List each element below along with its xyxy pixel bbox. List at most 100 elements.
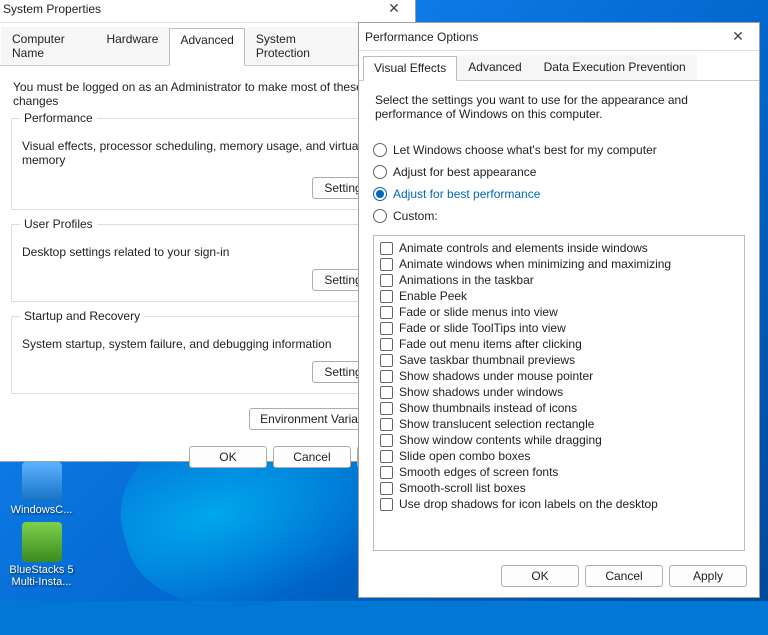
- close-icon[interactable]: ✕: [379, 0, 409, 19]
- desktop-icon-label: WindowsC...: [4, 504, 79, 516]
- check-row[interactable]: Fade out menu items after clicking: [380, 336, 738, 352]
- perf-checklist[interactable]: Animate controls and elements inside win…: [373, 235, 745, 551]
- desktop-icon-bluestacks[interactable]: BlueStacks 5 Multi-Insta...: [4, 522, 79, 588]
- system-properties-window: System Properties ✕ Computer Name Hardwa…: [0, 0, 416, 462]
- ok-button[interactable]: OK: [189, 446, 267, 468]
- sysprop-body: You must be logged on as an Administrato…: [0, 66, 415, 440]
- titlebar[interactable]: System Properties ✕: [0, 0, 415, 23]
- check-label: Slide open combo boxes: [399, 449, 530, 463]
- window-title: System Properties: [3, 2, 379, 16]
- checkbox-icon[interactable]: [380, 274, 393, 287]
- radio-row[interactable]: Custom:: [373, 205, 745, 227]
- checkbox-icon[interactable]: [380, 306, 393, 319]
- group-desc: System startup, system failure, and debu…: [22, 337, 390, 351]
- check-row[interactable]: Animate controls and elements inside win…: [380, 240, 738, 256]
- cancel-button[interactable]: Cancel: [585, 565, 663, 587]
- sysprop-dialog-buttons: OK Cancel Appl: [0, 440, 415, 478]
- check-row[interactable]: Animate windows when minimizing and maxi…: [380, 256, 738, 272]
- radio-row[interactable]: Adjust for best performance: [373, 183, 745, 205]
- check-label: Fade out menu items after clicking: [399, 337, 582, 351]
- check-row[interactable]: Slide open combo boxes: [380, 448, 738, 464]
- check-label: Smooth-scroll list boxes: [399, 481, 526, 495]
- radio-icon[interactable]: [373, 143, 387, 157]
- check-row[interactable]: Fade or slide ToolTips into view: [380, 320, 738, 336]
- checkbox-icon[interactable]: [380, 450, 393, 463]
- checkbox-icon[interactable]: [380, 290, 393, 303]
- checkbox-icon[interactable]: [380, 242, 393, 255]
- check-row[interactable]: Show thumbnails instead of icons: [380, 400, 738, 416]
- ok-button[interactable]: OK: [501, 565, 579, 587]
- group-legend: Startup and Recovery: [20, 309, 144, 323]
- check-label: Save taskbar thumbnail previews: [399, 353, 575, 367]
- checkbox-icon[interactable]: [380, 466, 393, 479]
- group-startup-recovery: Startup and Recovery System startup, sys…: [11, 316, 401, 394]
- check-label: Show window contents while dragging: [399, 433, 602, 447]
- checkbox-icon[interactable]: [380, 354, 393, 367]
- desktop-icon-label: BlueStacks 5 Multi-Insta...: [4, 564, 79, 588]
- tab-computer-name[interactable]: Computer Name: [1, 27, 95, 65]
- check-row[interactable]: Show shadows under windows: [380, 384, 738, 400]
- check-label: Animate controls and elements inside win…: [399, 241, 648, 255]
- check-label: Use drop shadows for icon labels on the …: [399, 497, 658, 511]
- close-icon[interactable]: ✕: [723, 27, 753, 47]
- checkbox-icon[interactable]: [380, 258, 393, 271]
- check-label: Fade or slide menus into view: [399, 305, 558, 319]
- check-row[interactable]: Save taskbar thumbnail previews: [380, 352, 738, 368]
- check-label: Fade or slide ToolTips into view: [399, 321, 566, 335]
- radio-icon[interactable]: [373, 209, 387, 223]
- radio-icon[interactable]: [373, 165, 387, 179]
- checkbox-icon[interactable]: [380, 338, 393, 351]
- check-row[interactable]: Show window contents while dragging: [380, 432, 738, 448]
- window-title: Performance Options: [365, 30, 723, 44]
- check-row[interactable]: Enable Peek: [380, 288, 738, 304]
- tab-advanced[interactable]: Advanced: [169, 28, 244, 66]
- radio-label: Custom:: [393, 209, 438, 223]
- check-row[interactable]: Fade or slide menus into view: [380, 304, 738, 320]
- checkbox-icon[interactable]: [380, 370, 393, 383]
- check-label: Animate windows when minimizing and maxi…: [399, 257, 671, 271]
- group-performance: Performance Visual effects, processor sc…: [11, 118, 401, 210]
- check-row[interactable]: Smooth edges of screen fonts: [380, 464, 738, 480]
- check-label: Animations in the taskbar: [399, 273, 534, 287]
- perf-instruction: Select the settings you want to use for …: [375, 93, 743, 121]
- checkbox-icon[interactable]: [380, 418, 393, 431]
- radio-row[interactable]: Adjust for best appearance: [373, 161, 745, 183]
- checkbox-icon[interactable]: [380, 386, 393, 399]
- check-label: Show shadows under mouse pointer: [399, 369, 593, 383]
- radio-label: Adjust for best appearance: [393, 165, 536, 179]
- perf-dialog-buttons: OK Cancel Apply: [359, 559, 759, 597]
- app-icon: [22, 522, 62, 562]
- checkbox-icon[interactable]: [380, 402, 393, 415]
- perf-body: Select the settings you want to use for …: [359, 81, 759, 559]
- check-label: Show shadows under windows: [399, 385, 563, 399]
- group-desc: Desktop settings related to your sign-in: [22, 245, 390, 259]
- check-row[interactable]: Animations in the taskbar: [380, 272, 738, 288]
- group-legend: Performance: [20, 111, 97, 125]
- tab-visual-effects[interactable]: Visual Effects: [363, 56, 457, 81]
- tab-hardware[interactable]: Hardware: [95, 27, 169, 65]
- perf-radios: Let Windows choose what's best for my co…: [373, 139, 745, 227]
- check-label: Show thumbnails instead of icons: [399, 401, 577, 415]
- radio-icon[interactable]: [373, 187, 387, 201]
- radio-row[interactable]: Let Windows choose what's best for my co…: [373, 139, 745, 161]
- checkbox-icon[interactable]: [380, 322, 393, 335]
- check-row[interactable]: Smooth-scroll list boxes: [380, 480, 738, 496]
- checkbox-icon[interactable]: [380, 482, 393, 495]
- tab-dep[interactable]: Data Execution Prevention: [533, 55, 697, 80]
- tab-system-protection[interactable]: System Protection: [245, 27, 347, 65]
- radio-label: Adjust for best performance: [393, 187, 540, 201]
- check-row[interactable]: Use drop shadows for icon labels on the …: [380, 496, 738, 512]
- group-user-profiles: User Profiles Desktop settings related t…: [11, 224, 401, 302]
- apply-button[interactable]: Apply: [669, 565, 747, 587]
- check-row[interactable]: Show shadows under mouse pointer: [380, 368, 738, 384]
- tab-advanced[interactable]: Advanced: [457, 55, 532, 80]
- group-desc: Visual effects, processor scheduling, me…: [22, 139, 390, 167]
- checkbox-icon[interactable]: [380, 498, 393, 511]
- group-legend: User Profiles: [20, 217, 97, 231]
- titlebar[interactable]: Performance Options ✕: [359, 23, 759, 51]
- check-label: Smooth edges of screen fonts: [399, 465, 558, 479]
- check-label: Show translucent selection rectangle: [399, 417, 594, 431]
- check-row[interactable]: Show translucent selection rectangle: [380, 416, 738, 432]
- checkbox-icon[interactable]: [380, 434, 393, 447]
- cancel-button[interactable]: Cancel: [273, 446, 351, 468]
